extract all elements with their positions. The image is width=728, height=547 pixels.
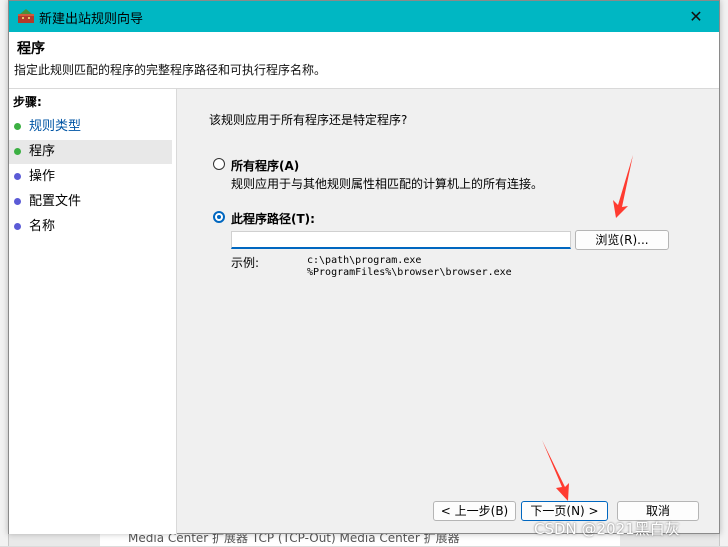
page-title: 程序	[17, 41, 45, 57]
steps-label: 步骤:	[13, 95, 42, 109]
example-path-1: c:\path\program.exe	[307, 255, 422, 266]
step-status-icon	[14, 173, 21, 180]
sidebar-item-label: 名称	[29, 219, 56, 234]
step-status-icon	[14, 198, 21, 205]
sidebar-item-rule-type[interactable]: 规则类型	[9, 115, 172, 139]
sidebar-item-name: 名称	[9, 215, 172, 239]
example-label: 示例:	[231, 256, 260, 270]
sidebar-item-label: 配置文件	[29, 194, 82, 209]
browse-button[interactable]: 浏览(R)...	[575, 230, 669, 250]
firewall-icon	[18, 9, 34, 23]
steps-sidebar: 步骤: 规则类型 程序 操作 配置文件 名称	[9, 89, 177, 534]
sidebar-item-label[interactable]: 规则类型	[29, 115, 81, 139]
sidebar-item-label: 操作	[29, 169, 56, 184]
program-path-input[interactable]	[231, 231, 571, 249]
page-header: 程序 指定此规则匹配的程序的完整程序路径和可执行程序名称。	[9, 32, 719, 89]
back-button[interactable]: < 上一步(B)	[433, 501, 516, 521]
annotation-arrow-browse-icon	[613, 155, 633, 218]
close-button[interactable]: ✕	[673, 1, 719, 32]
radio-button-this-program-path[interactable]	[213, 211, 225, 223]
program-question: 该规则应用于所有程序还是特定程序?	[209, 113, 408, 127]
step-status-icon	[14, 123, 21, 130]
window-title: 新建出站规则向导	[39, 12, 144, 27]
title-bar[interactable]: 新建出站规则向导 ✕	[9, 1, 719, 32]
radio-label-all-programs[interactable]: 所有程序(A)	[231, 157, 299, 174]
sidebar-item-program: 程序	[9, 140, 172, 164]
sidebar-item-label: 程序	[29, 144, 56, 159]
example-path-2: %ProgramFiles%\browser\browser.exe	[307, 267, 512, 278]
background-right-strip	[719, 0, 728, 546]
step-status-icon	[14, 223, 21, 230]
sidebar-item-action: 操作	[9, 165, 172, 189]
all-programs-description: 规则应用于与其他规则属性相匹配的计算机上的所有连接。	[231, 177, 544, 191]
watermark-text: CSDN @2021黑白灰	[534, 520, 680, 538]
radio-button-all-programs[interactable]	[213, 158, 225, 170]
page-description: 指定此规则匹配的程序的完整程序路径和可执行程序名称。	[14, 63, 327, 77]
radio-label-this-program-path[interactable]: 此程序路径(T):	[231, 210, 315, 227]
step-status-icon	[14, 148, 21, 155]
wizard-window: 新建出站规则向导 ✕ 程序 指定此规则匹配的程序的完整程序路径和可执行程序名称。…	[8, 0, 720, 534]
sidebar-item-profile: 配置文件	[9, 190, 172, 214]
annotation-arrow-next-icon	[542, 440, 569, 501]
